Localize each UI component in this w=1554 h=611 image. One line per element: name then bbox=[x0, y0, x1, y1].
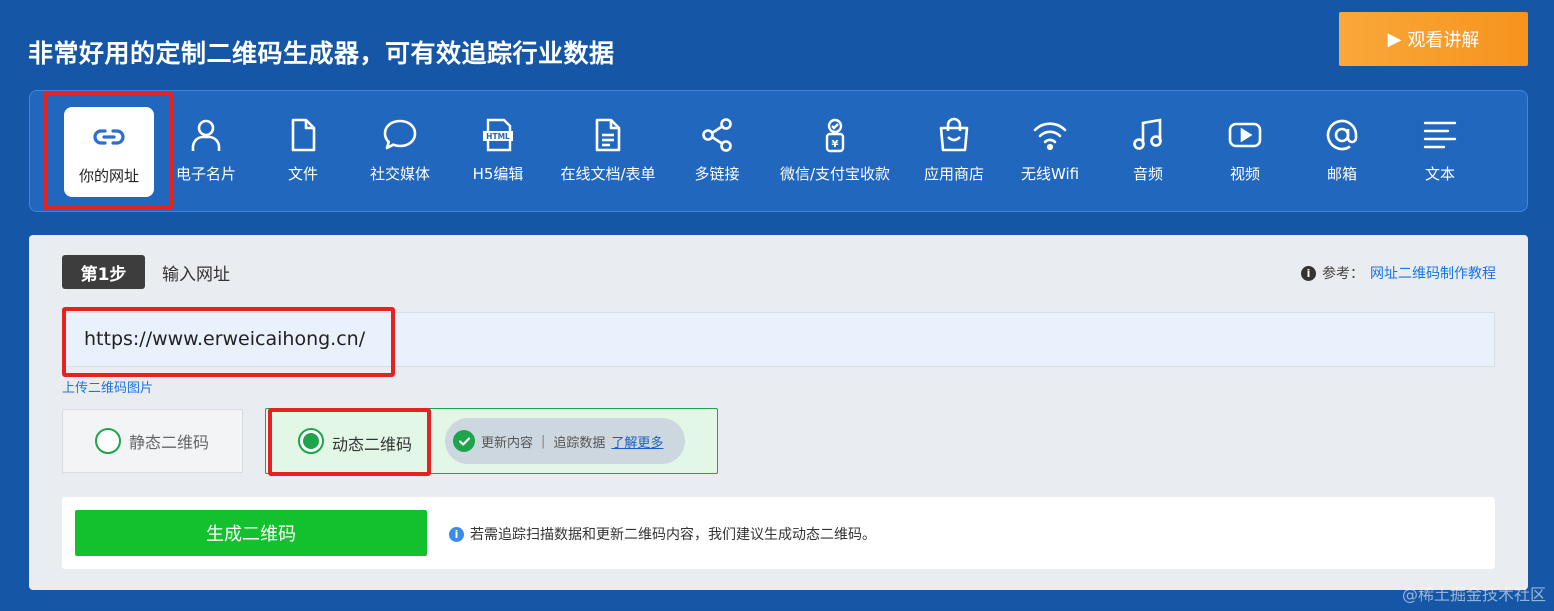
tutorial-link[interactable]: 网址二维码制作教程 bbox=[1370, 263, 1496, 283]
tool-vcard[interactable]: 电子名片 bbox=[163, 107, 249, 197]
tool-audio[interactable]: 音频 bbox=[1118, 107, 1178, 197]
tool-video[interactable]: 视频 bbox=[1215, 107, 1275, 197]
html-icon: HTML bbox=[483, 118, 513, 152]
generate-tip-text: 若需追踪扫描数据和更新二维码内容，我们建议生成动态二维码。 bbox=[470, 527, 876, 543]
upload-qr-image-link[interactable]: 上传二维码图片 bbox=[62, 377, 153, 396]
tool-label: 无线Wifi bbox=[1020, 165, 1080, 183]
chat-bubble-icon bbox=[383, 119, 417, 150]
generate-tip: i 若需追踪扫描数据和更新二维码内容，我们建议生成动态二维码。 bbox=[449, 524, 876, 544]
tool-label: 在线文档/表单 bbox=[560, 165, 656, 183]
reference-prefix: 参考： bbox=[1322, 266, 1364, 282]
generate-card: 生成二维码 i 若需追踪扫描数据和更新二维码内容，我们建议生成动态二维码。 bbox=[62, 497, 1495, 569]
video-icon bbox=[1228, 122, 1262, 148]
url-input[interactable]: https://www.erweicaihong.cn/ bbox=[62, 312, 1495, 367]
watermark: @稀土掘金技术社区 bbox=[1401, 585, 1546, 604]
static-qr-option[interactable]: 静态二维码 bbox=[62, 409, 243, 473]
tool-label: 文本 bbox=[1424, 165, 1455, 183]
tool-label: 音频 bbox=[1132, 165, 1163, 183]
tool-label: 文件 bbox=[287, 165, 318, 183]
link-icon bbox=[93, 129, 125, 145]
svg-text:¥: ¥ bbox=[832, 139, 839, 150]
learn-more-link[interactable]: 了解更多 bbox=[611, 432, 663, 451]
info-icon: i bbox=[449, 526, 464, 542]
watch-tutorial-label: 观看讲解 bbox=[1407, 30, 1480, 51]
svg-text:HTML: HTML bbox=[486, 132, 510, 141]
tool-label: 视频 bbox=[1229, 165, 1260, 183]
wifi-icon bbox=[1033, 122, 1067, 151]
dynamic-features-pill: 更新内容 | 追踪数据 了解更多 bbox=[445, 418, 685, 464]
static-radio[interactable] bbox=[95, 428, 121, 454]
dynamic-radio[interactable] bbox=[298, 428, 324, 454]
tool-h5[interactable]: HTML H5编辑 bbox=[458, 107, 538, 197]
tool-multi-link[interactable]: 多链接 bbox=[682, 107, 752, 197]
step-badge: 第1步 bbox=[62, 255, 145, 289]
person-icon bbox=[191, 119, 221, 151]
watch-tutorial-button[interactable]: ▶ 观看讲解 bbox=[1339, 12, 1528, 66]
check-icon bbox=[453, 430, 475, 452]
tool-label: 微信/支付宝收款 bbox=[779, 165, 891, 183]
play-icon: ▶ bbox=[1387, 28, 1402, 50]
tool-label: 邮箱 bbox=[1326, 165, 1357, 183]
at-icon bbox=[1326, 119, 1358, 151]
file-icon bbox=[291, 118, 316, 152]
tool-label: 你的网址 bbox=[78, 167, 139, 185]
tool-label: 多链接 bbox=[694, 165, 740, 183]
tool-email[interactable]: 邮箱 bbox=[1312, 107, 1372, 197]
tool-social[interactable]: 社交媒体 bbox=[360, 107, 440, 197]
text-lines-icon bbox=[1423, 121, 1457, 149]
feature-update: 更新内容 bbox=[481, 435, 534, 451]
step-title: 输入网址 bbox=[162, 265, 230, 285]
reference-area: i 参考： 网址二维码制作教程 bbox=[1301, 263, 1496, 283]
tool-label: H5编辑 bbox=[472, 165, 524, 183]
tool-file[interactable]: 文件 bbox=[268, 107, 338, 197]
tool-label: 应用商店 bbox=[923, 165, 984, 183]
tool-app-store[interactable]: 应用商店 bbox=[914, 107, 994, 197]
shopping-bag-icon bbox=[939, 117, 969, 152]
dynamic-qr-label: 动态二维码 bbox=[332, 435, 413, 454]
page-title: 非常好用的定制二维码生成器，可有效追踪行业数据 bbox=[28, 39, 615, 68]
tool-payment[interactable]: ¥ 微信/支付宝收款 bbox=[770, 107, 900, 197]
payment-icon: ¥ bbox=[825, 118, 845, 153]
dynamic-qr-option[interactable]: 动态二维码 更新内容 | 追踪数据 了解更多 bbox=[265, 408, 718, 474]
tool-url[interactable]: 你的网址 bbox=[64, 107, 154, 197]
static-qr-label: 静态二维码 bbox=[129, 433, 210, 452]
feature-track: 追踪数据 bbox=[553, 435, 606, 451]
share-icon bbox=[702, 118, 732, 152]
qr-type-toolbar: 你的网址 电子名片 文件 社交媒体 HTML H5编辑 在线文档/表单 多链接 … bbox=[29, 90, 1528, 212]
tool-text[interactable]: 文本 bbox=[1410, 107, 1470, 197]
feature-separator: | bbox=[541, 433, 546, 449]
music-icon bbox=[1133, 118, 1162, 150]
url-form-panel: 第1步 输入网址 i 参考： 网址二维码制作教程 https://www.erw… bbox=[29, 235, 1528, 590]
tool-doc-form[interactable]: 在线文档/表单 bbox=[550, 107, 666, 197]
tool-label: 电子名片 bbox=[175, 165, 236, 183]
tool-wifi[interactable]: 无线Wifi bbox=[1010, 107, 1090, 197]
info-icon: i bbox=[1301, 265, 1316, 281]
document-icon bbox=[595, 118, 621, 152]
generate-qr-button[interactable]: 生成二维码 bbox=[75, 510, 427, 556]
tool-label: 社交媒体 bbox=[369, 165, 430, 183]
